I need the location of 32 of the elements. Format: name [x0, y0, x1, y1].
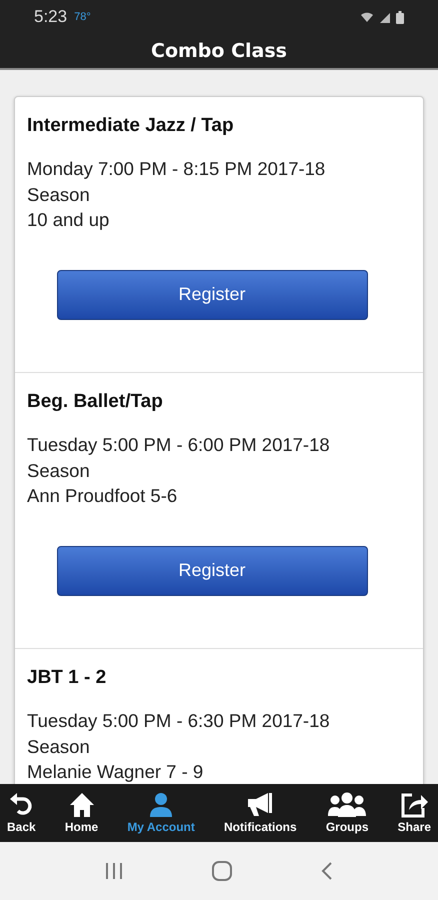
- class-schedule: Tuesday 5:00 PM - 6:00 PM 2017-18 Season: [27, 433, 331, 482]
- class-name: Intermediate Jazz / Tap: [27, 115, 235, 137]
- class-detail: 10 and up: [27, 208, 110, 232]
- recent-apps-icon[interactable]: [104, 862, 124, 880]
- class-name: Beg. Ballet/Tap: [27, 391, 164, 413]
- megaphone-icon: [246, 792, 274, 818]
- share-icon: [400, 792, 428, 818]
- tab-bar-item[interactable]: Home: [60, 784, 102, 842]
- wifi-icon: [360, 10, 374, 24]
- tab-bar-item[interactable]: Groups: [322, 784, 372, 842]
- register-button[interactable]: Register: [56, 546, 368, 596]
- class-detail: Ann Proudfoot 5-6: [27, 484, 178, 508]
- home-button-icon[interactable]: [210, 860, 233, 882]
- page-title: Combo Class: [151, 40, 287, 62]
- person-icon: [148, 792, 174, 818]
- home-icon: [68, 792, 94, 818]
- register-button[interactable]: Register: [56, 270, 368, 320]
- tab-bar-item[interactable]: Share: [394, 784, 435, 842]
- group-icon: [327, 792, 368, 818]
- class-schedule: Tuesday 5:00 PM - 6:30 PM 2017-18 Season: [27, 709, 331, 758]
- temperature: 78°: [74, 11, 91, 23]
- class-detail: Melanie Wagner 7 - 9: [27, 760, 204, 784]
- undo-arrow-icon: [8, 792, 34, 818]
- tab-bar-item[interactable]: Back: [3, 784, 40, 842]
- tab-bar-item[interactable]: Notifications: [220, 784, 301, 842]
- back-icon[interactable]: [320, 861, 334, 881]
- tab-bar-item[interactable]: My Account: [123, 784, 199, 842]
- class-name: JBT 1 - 2: [27, 667, 108, 689]
- signal-icon: [379, 11, 391, 23]
- clock: 5:23: [34, 7, 68, 27]
- battery-icon: [396, 10, 404, 24]
- class-schedule: Monday 7:00 PM - 8:15 PM 2017-18 Season: [27, 157, 326, 206]
